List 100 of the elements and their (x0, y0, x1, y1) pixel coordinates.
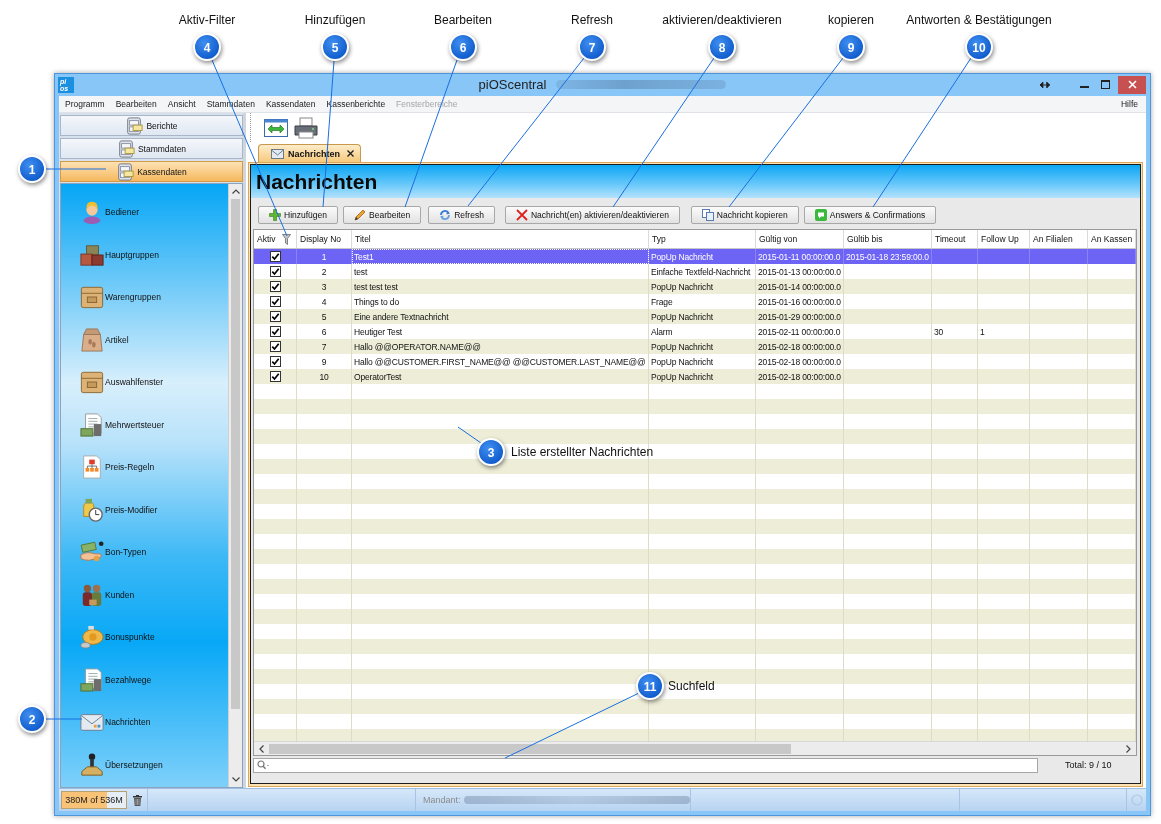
column-header[interactable]: Display No (297, 230, 352, 248)
menu-item[interactable]: Bearbeiten (115, 99, 157, 109)
toolbar-button[interactable]: Hinzufügen (258, 206, 338, 224)
caret-left-icon[interactable] (259, 744, 264, 753)
navigation-item[interactable]: Bezahlwege (61, 658, 228, 701)
callout-label: Refresh (571, 13, 613, 27)
navigation-item[interactable]: Preis-Modifier (61, 488, 228, 531)
table-cell: 2015-02-18 00:00:00.0 (756, 369, 844, 384)
receipt-money-icon (80, 667, 104, 692)
callout-label: Hinzufügen (304, 13, 366, 27)
crate-icon (80, 285, 104, 310)
callout-badge: 5 (321, 33, 349, 61)
column-header[interactable]: Titel (352, 230, 649, 248)
sidebar-section-button[interactable]: Berichte (60, 115, 243, 136)
toolbar-button[interactable]: Nachricht(en) aktivieren/deaktivieren (504, 206, 680, 224)
navigation-item[interactable]: Übersetzungen (61, 743, 228, 786)
window-title: piOScentral (478, 77, 547, 92)
navigation-item[interactable]: Bonuspunkte (61, 616, 228, 659)
pencil-icon (354, 209, 366, 221)
menu-item[interactable]: Ansicht (167, 99, 196, 109)
vertical-scrollbar[interactable] (228, 184, 242, 787)
menu-item[interactable]: Stammdaten (206, 99, 255, 109)
close-icon (1127, 80, 1137, 89)
file-cabinet-icon (125, 116, 144, 135)
checkbox[interactable] (269, 296, 281, 307)
sidebar-section-button[interactable]: Stammdaten (60, 138, 243, 159)
column-header[interactable]: An Kassen (1088, 230, 1136, 248)
checkbox[interactable] (269, 341, 281, 352)
leader-line (457, 426, 482, 444)
navigation-item[interactable]: Nachrichten (61, 701, 228, 744)
cross-icon (515, 209, 528, 221)
file-cabinet-icon (116, 139, 135, 158)
navigation-item[interactable]: Artikel (61, 318, 228, 361)
client-label: Mandant: (423, 795, 461, 805)
refresh-icon (439, 209, 452, 221)
plus-icon (269, 209, 281, 221)
callout-label: Suchfeld (668, 679, 715, 693)
toolbar-button[interactable]: Answers & Confirmations (803, 206, 937, 224)
navigation-item[interactable]: Preis-Regeln (61, 446, 228, 489)
callout-badge: 1 (18, 155, 46, 183)
horizontal-scrollbar[interactable] (254, 741, 1136, 755)
checkbox[interactable] (269, 326, 281, 337)
maximize-icon (1100, 80, 1110, 89)
close-button[interactable] (1118, 75, 1146, 94)
navigation-item[interactable]: Hauptgruppen (61, 233, 228, 276)
callout-badge: 4 (193, 33, 221, 61)
printer-icon[interactable] (294, 116, 318, 139)
callout-badge: 10 (965, 33, 993, 61)
checkbox[interactable] (269, 371, 281, 382)
navigation-item[interactable]: Warengruppen (61, 276, 228, 319)
checkbox[interactable] (269, 251, 281, 262)
leader-line (44, 718, 83, 720)
column-header[interactable]: Aktiv (257, 234, 276, 244)
table-cell: 10 (297, 369, 352, 384)
toolbar-button[interactable]: Nachricht kopieren (690, 206, 799, 224)
navigation-item[interactable]: Bediener (61, 191, 228, 234)
sidebar-section-button[interactable]: Kassendaten (60, 161, 243, 182)
navigation-item[interactable]: Bon-Typen (61, 531, 228, 574)
window-arrows-icon[interactable] (264, 116, 288, 139)
tab[interactable]: Nachrichten (258, 144, 361, 162)
callout-label: Aktiv-Filter (178, 13, 236, 27)
checkbox[interactable] (269, 311, 281, 322)
close-icon[interactable] (347, 150, 354, 157)
column-header[interactable]: Gültig von (756, 230, 844, 248)
callout-badge: 2 (18, 705, 46, 733)
panel-title: Nachrichten (256, 169, 378, 194)
piggy-bank-icon (80, 625, 104, 650)
menu-item[interactable]: Kassendaten (265, 99, 316, 109)
navigation-item[interactable]: Auswahlfenster (61, 361, 228, 404)
stamp-icon (80, 752, 104, 777)
caret-up-icon[interactable] (231, 189, 240, 194)
search-field[interactable] (253, 757, 1038, 773)
callout-badge: 7 (578, 33, 606, 61)
crate-icon (80, 370, 104, 395)
scrollbar-thumb[interactable] (269, 743, 791, 754)
column-header[interactable]: Follow Up (978, 230, 1030, 248)
column-header[interactable]: Gültib bis (844, 230, 932, 248)
toolbar-button[interactable]: Bearbeiten (343, 206, 422, 224)
chat-icon (814, 209, 827, 221)
toolbar-button[interactable]: Refresh (428, 206, 495, 224)
double-arrow-icon[interactable] (1040, 81, 1050, 88)
caret-right-icon[interactable] (1126, 744, 1131, 753)
checkbox[interactable] (269, 281, 281, 292)
navigation-item[interactable]: Mehrwertsteuer (61, 403, 228, 446)
callout-label: Liste erstellter Nachrichten (511, 445, 654, 459)
navigation-item[interactable]: Kunden (61, 573, 228, 616)
table-row[interactable]: 1 Test1 PopUp Nachricht 2015-01-11 00:00:00.0 2015-01-18 23:59:00.0 (254, 249, 1136, 264)
column-header[interactable]: An Filialen (1030, 230, 1088, 248)
envelope-icon (271, 148, 284, 159)
menu-item[interactable]: Programm (65, 99, 105, 109)
table-cell: OperatorTest (352, 369, 649, 384)
checkbox[interactable] (269, 266, 281, 277)
scrollbar-thumb[interactable] (231, 199, 240, 709)
trash-icon[interactable] (132, 794, 142, 806)
menu-item[interactable]: Hilfe (1121, 99, 1138, 109)
filter-icon[interactable] (282, 233, 291, 245)
column-header[interactable]: Typ (649, 230, 756, 248)
caret-down-icon[interactable] (231, 777, 240, 782)
checkbox[interactable] (269, 356, 281, 367)
column-header[interactable]: Timeout (932, 230, 978, 248)
